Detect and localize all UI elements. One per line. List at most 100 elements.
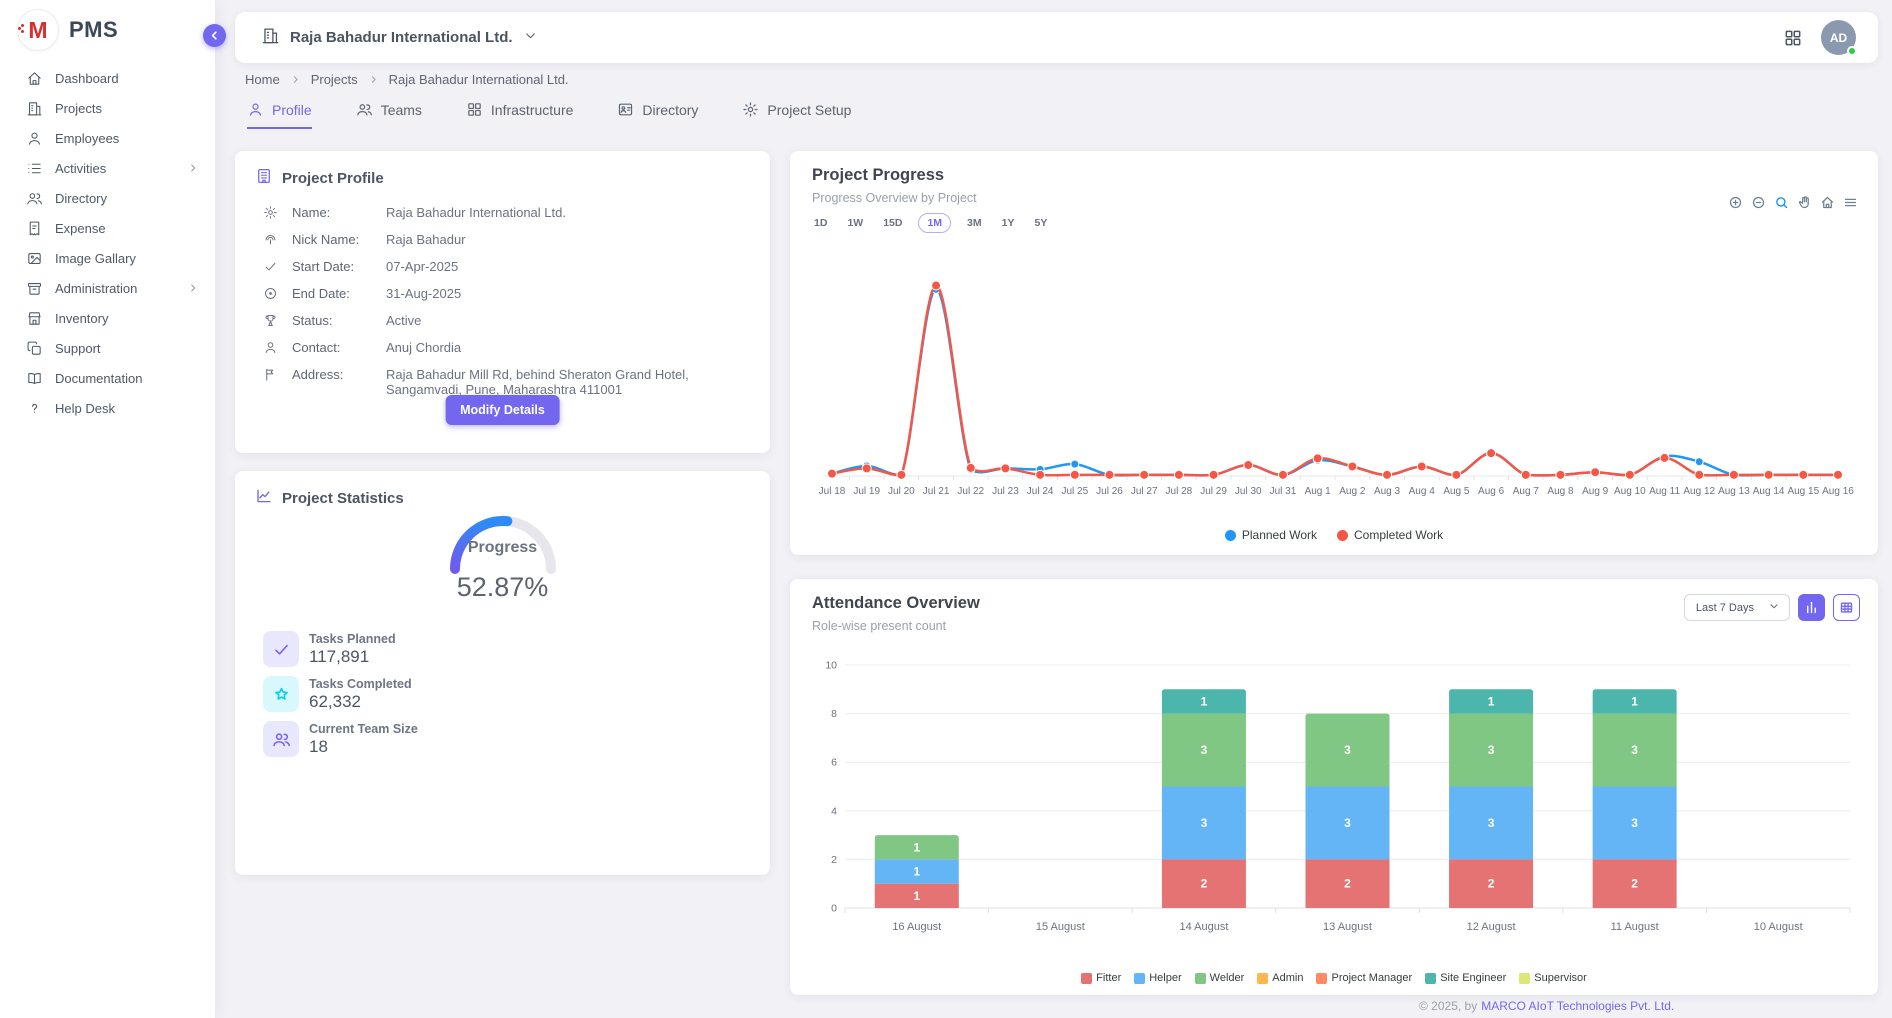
sidebar-item-label: Administration [55,281,137,296]
home-icon[interactable] [1820,195,1835,210]
stat-item-tasks-completed: Tasks Completed62,332 [263,676,418,712]
tab-profile[interactable]: Profile [247,101,312,129]
building-icon [261,26,280,50]
sidebar-item-administration[interactable]: Administration [0,273,215,303]
statistics-card-title: Project Statistics [282,490,404,507]
range-button-5y[interactable]: 5Y [1030,214,1051,232]
svg-text:13 August: 13 August [1323,921,1372,933]
attendance-bar-chart: 024681016 August15 August14 August13 Aug… [790,649,1878,949]
svg-text:12 August: 12 August [1467,921,1516,933]
zoom-in-icon[interactable] [1728,195,1743,210]
sidebar-item-employees[interactable]: Employees [0,123,215,153]
range-button-15d[interactable]: 15D [879,214,906,232]
tab-directory[interactable]: Directory [617,101,698,129]
range-button-1y[interactable]: 1Y [998,214,1019,232]
range-button-1m[interactable]: 1M [918,213,951,233]
range-button-3m[interactable]: 3M [963,214,986,232]
sidebar-item-label: Documentation [55,371,142,386]
svg-text:1: 1 [913,865,920,879]
copyright-text: © 2025, by [1419,999,1477,1013]
bar-chart-legend: Fitter Helper Welder Admin Project Manager Si… [790,972,1878,984]
bar-chart-icon-button[interactable] [1798,594,1825,621]
legend-supervisor[interactable]: Supervisor [1519,972,1587,984]
selection-zoom-icon[interactable] [1774,195,1789,210]
tab-teams[interactable]: Teams [356,101,422,129]
sidebar-item-help-desk[interactable]: Help Desk [0,393,215,423]
app-logo[interactable]: M PMS [0,0,215,51]
store-icon [26,310,43,327]
menu-icon[interactable] [1843,195,1858,210]
legend-dot [1337,530,1348,541]
legend-welder[interactable]: Welder [1195,972,1245,984]
profile-field-start-date-: Start Date:07-Apr-2025 [235,253,770,280]
pan-icon[interactable] [1797,195,1812,210]
legend-completed-work[interactable]: Completed Work [1337,528,1443,542]
range-button-1w[interactable]: 1W [843,214,867,232]
app-root: M PMS DashboardProjectsEmployeesActiviti… [0,0,1892,1018]
company-name: Raja Bahadur International Ltd. [290,29,513,46]
apps-grid-icon[interactable] [1783,28,1803,48]
progress-card-title: Project Progress [812,166,944,185]
sidebar-item-support[interactable]: Support [0,333,215,363]
footer-company-link[interactable]: MARCO AIoT Technologies Pvt. Ltd. [1481,999,1674,1013]
svg-text:3: 3 [1201,816,1208,830]
legend-project-manager[interactable]: Project Manager [1316,972,1412,984]
online-status-dot [1847,46,1857,56]
building-icon [26,100,43,117]
table-icon-button[interactable] [1833,594,1860,621]
svg-text:1: 1 [913,840,920,854]
company-selector[interactable]: Raja Bahadur International Ltd. [261,26,538,50]
breadcrumb-item-projects[interactable]: Projects [311,72,358,87]
avatar[interactable]: AD [1821,20,1856,55]
sidebar-item-label: Directory [55,191,107,206]
legend-fitter[interactable]: Fitter [1081,972,1121,984]
svg-text:0: 0 [831,903,837,915]
sidebar-item-inventory[interactable]: Inventory [0,303,215,333]
legend-admin[interactable]: Admin [1257,972,1303,984]
series-planned-work [828,285,1842,479]
zoom-out-icon[interactable] [1751,195,1766,210]
profile-fields: Name:Raja Bahadur International Ltd.Nick… [235,199,770,403]
tab-infrastructure[interactable]: Infrastructure [466,101,573,129]
breadcrumb: HomeProjectsRaja Bahadur International L… [245,72,569,87]
tab-project-setup[interactable]: Project Setup [742,101,851,129]
legend-site-engineer[interactable]: Site Engineer [1425,972,1506,984]
statistic-items: Tasks Planned117,891Tasks Completed62,33… [263,631,418,757]
modify-details-button[interactable]: Modify Details [445,395,560,425]
sidebar-collapse-button[interactable] [203,24,226,47]
sidebar-item-dashboard[interactable]: Dashboard [0,63,215,93]
sidebar-item-projects[interactable]: Projects [0,93,215,123]
field-value: Raja Bahadur International Ltd. [372,205,702,220]
svg-text:Jul 30: Jul 30 [1235,486,1262,497]
field-label: Address: [292,367,372,382]
svg-text:Aug 1: Aug 1 [1305,486,1332,497]
line-chart-legend: Planned Work Completed Work [790,528,1878,542]
sidebar-item-activities[interactable]: Activities [0,153,215,183]
profile-field-contact-: Contact:Anuj Chordia [235,334,770,361]
legend-swatch [1425,973,1436,984]
home-icon [26,70,43,87]
breadcrumb-item-home[interactable]: Home [245,72,280,87]
attendance-range-select[interactable]: Last 7 Days [1684,594,1790,621]
sidebar-item-documentation[interactable]: Documentation [0,363,215,393]
x-axis: 16 August15 August14 August13 August12 A… [845,908,1850,933]
range-button-1d[interactable]: 1D [810,214,831,232]
gauge-value: 52.87% [235,572,770,603]
line-chart-icon [255,487,273,510]
profile-field-end-date-: End Date:31-Aug-2025 [235,280,770,307]
gear-icon [263,205,292,220]
svg-text:Jul 22: Jul 22 [957,486,984,497]
sidebar-item-directory[interactable]: Directory [0,183,215,213]
project-profile-card: Project Profile Name:Raja Bahadur Intern… [235,151,770,453]
tab-label: Profile [272,102,312,118]
sidebar-item-expense[interactable]: Expense [0,213,215,243]
svg-text:4: 4 [831,805,837,817]
legend-planned-work[interactable]: Planned Work [1225,528,1317,542]
stat-label: Tasks Planned [309,632,396,646]
chevron-right-icon [187,162,199,174]
legend-helper[interactable]: Helper [1134,972,1181,984]
svg-text:Aug 8: Aug 8 [1547,486,1574,497]
tab-label: Project Setup [767,102,851,118]
sidebar-item-image-gallary[interactable]: Image Gallary [0,243,215,273]
field-label: Start Date: [292,259,372,274]
